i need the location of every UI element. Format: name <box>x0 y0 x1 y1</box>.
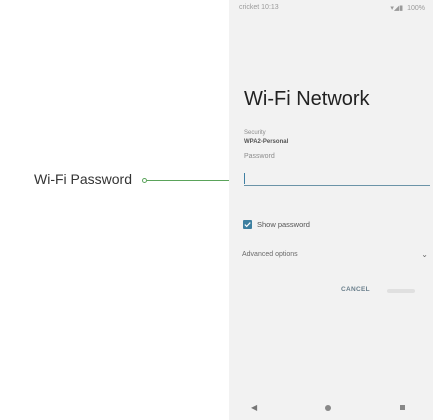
home-icon[interactable] <box>325 405 331 411</box>
checkmark-icon <box>244 222 251 228</box>
back-icon[interactable]: ◀ <box>251 403 257 412</box>
show-password-label[interactable]: Show password <box>257 220 310 229</box>
chevron-down-icon[interactable]: ⌄ <box>421 250 428 259</box>
navigation-bar: ◀ <box>229 395 433 420</box>
cancel-button[interactable]: CANCEL <box>341 286 370 293</box>
dialog-title: Wi-Fi Network <box>244 88 370 110</box>
security-value: WPA2-Personal <box>244 139 289 145</box>
status-bar: cricket 10:13 ▾◢▮ 100% <box>229 0 433 16</box>
show-password-checkbox[interactable] <box>243 220 252 229</box>
security-label: Security <box>244 130 266 136</box>
carrier-time: cricket 10:13 <box>239 4 279 11</box>
advanced-options-label[interactable]: Advanced options <box>242 251 298 258</box>
recents-icon[interactable] <box>400 405 405 410</box>
signal-icon: ▾◢▮ <box>390 5 404 12</box>
callout-line <box>147 180 235 181</box>
status-icons: ▾◢▮ 100% <box>390 4 425 12</box>
password-label: Password <box>244 153 275 160</box>
callout-label: Wi-Fi Password <box>34 171 133 187</box>
text-cursor <box>244 173 245 184</box>
save-button[interactable] <box>387 289 415 293</box>
password-input[interactable] <box>244 170 430 186</box>
phone-screen: cricket 10:13 ▾◢▮ 100% Wi-Fi Network Sec… <box>229 0 433 420</box>
battery-level: 100% <box>407 5 425 12</box>
